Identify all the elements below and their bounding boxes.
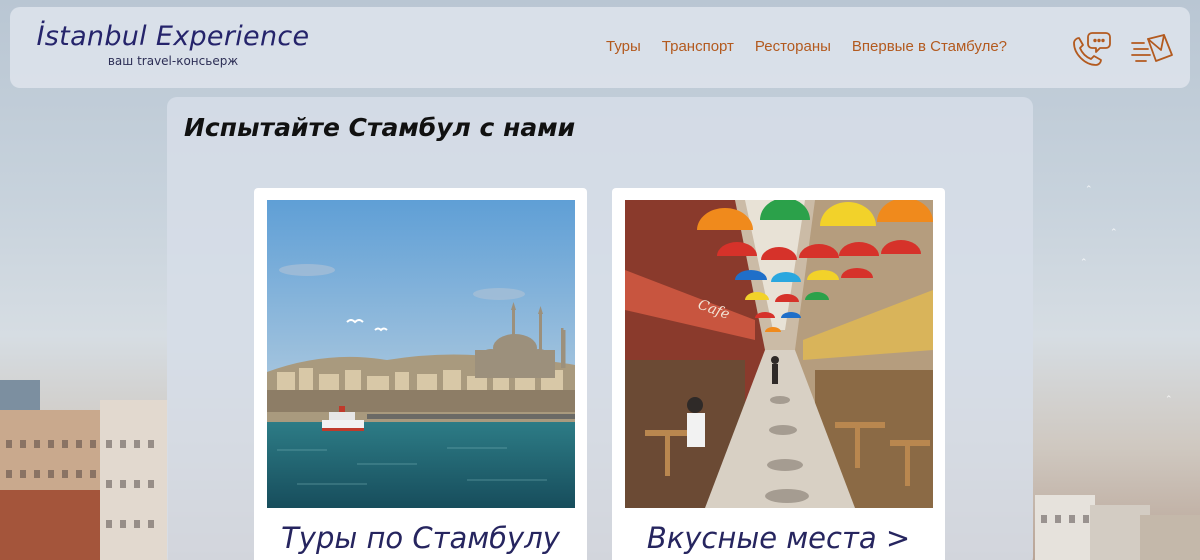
page-title: Испытайте Стамбул с нами: [184, 113, 576, 142]
bird-icon: ⌃: [1165, 395, 1173, 405]
nav-item-first-time[interactable]: Впервые в Стамбуле?: [852, 38, 1007, 55]
brand-logo[interactable]: İstanbul Experience ваш travel-консьерж: [28, 21, 318, 68]
nav-item-restaurants[interactable]: Рестораны: [755, 38, 831, 55]
bird-icon: ⌃: [1110, 228, 1118, 238]
phone-chat-icon[interactable]: [1068, 29, 1114, 75]
brand-subtitle: ваш travel-консьерж: [107, 54, 239, 68]
brand-title: İstanbul Experience: [36, 21, 310, 52]
card-tours[interactable]: Туры по Стамбулу: [254, 188, 587, 560]
bird-icon: ⌃: [1085, 185, 1093, 195]
nav-item-transport[interactable]: Транспорт: [662, 38, 734, 55]
main-nav: Туры Транспорт Рестораны Впервые в Стамб…: [606, 38, 1028, 55]
umbrella-street-cafe-photo: Cafe: [625, 200, 933, 508]
bird-icon: ⌃: [1080, 258, 1088, 268]
main-panel: Испытайте Стамбул с нами Туры по Стамбул…: [167, 97, 1033, 560]
card-food-caption: Вкусные места >: [646, 521, 911, 555]
site-header: İstanbul Experience ваш travel-консьерж …: [10, 7, 1190, 88]
card-food[interactable]: Cafe Вкусные места >: [612, 188, 945, 560]
fast-mail-icon[interactable]: [1130, 33, 1176, 69]
card-tours-caption: Туры по Стамбулу: [281, 521, 560, 555]
istanbul-mosque-bosphorus-photo: [267, 200, 575, 508]
nav-item-tours[interactable]: Туры: [606, 38, 641, 55]
